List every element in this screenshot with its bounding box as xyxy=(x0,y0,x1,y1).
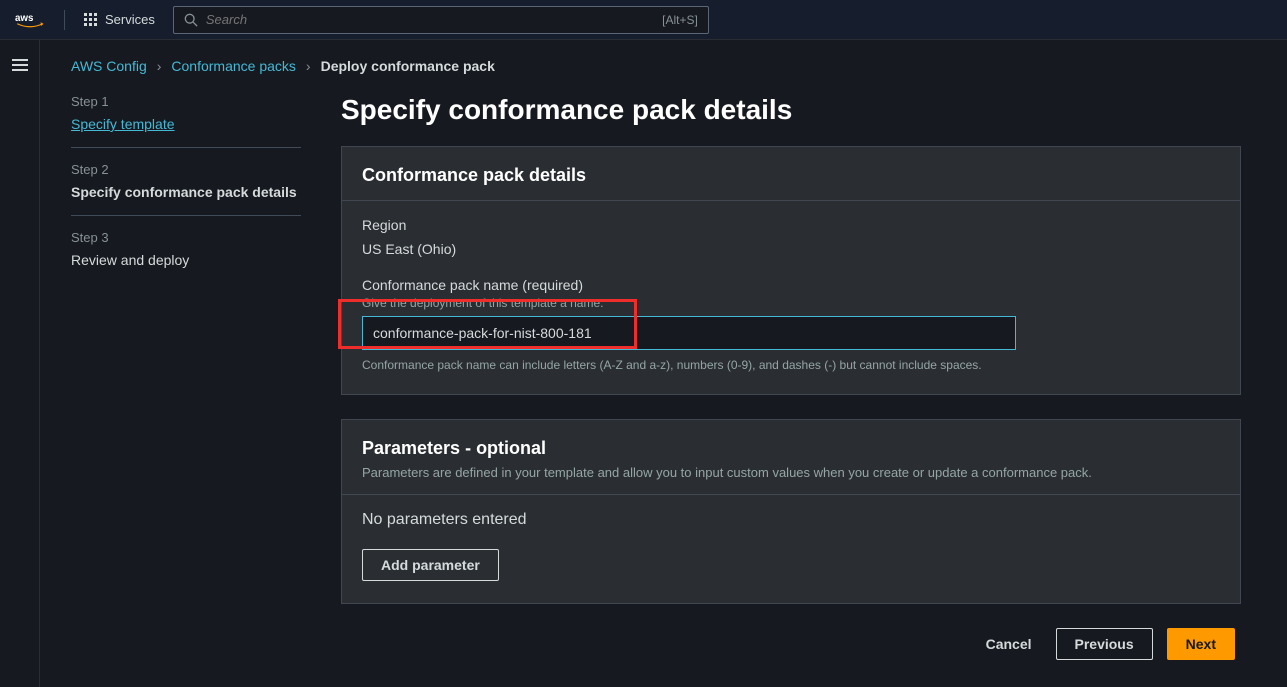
next-button[interactable]: Next xyxy=(1167,628,1235,660)
left-rail xyxy=(0,40,40,687)
pack-name-help: Give the deployment of this template a n… xyxy=(362,296,1220,310)
chevron-right-icon: › xyxy=(306,58,311,74)
region-label: Region xyxy=(362,217,1220,233)
breadcrumb-aws-config[interactable]: AWS Config xyxy=(71,58,147,74)
pack-name-constraint: Conformance pack name can include letter… xyxy=(362,358,1220,372)
topbar: aws Services [Alt+S] xyxy=(0,0,1287,40)
chevron-right-icon: › xyxy=(157,58,162,74)
wizard-step-2: Step 2 Specify conformance pack details xyxy=(71,162,301,216)
previous-button[interactable]: Previous xyxy=(1056,628,1153,660)
search-input[interactable] xyxy=(206,12,654,27)
wizard-nav: Step 1 Specify template Step 2 Specify c… xyxy=(71,94,301,660)
global-search[interactable]: [Alt+S] xyxy=(173,6,709,34)
pack-name-input[interactable] xyxy=(362,316,1016,350)
parameters-subtitle: Parameters are defined in your template … xyxy=(362,465,1220,480)
footer-actions: Cancel Previous Next xyxy=(341,628,1241,660)
services-label: Services xyxy=(105,12,155,27)
wizard-step-3[interactable]: Step 3 Review and deploy xyxy=(71,230,301,283)
grid-icon xyxy=(83,12,99,28)
hamburger-icon[interactable] xyxy=(11,56,29,74)
no-parameters-text: No parameters entered xyxy=(362,511,1220,529)
add-parameter-button[interactable]: Add parameter xyxy=(362,549,499,581)
wizard-step-1-title[interactable]: Specify template xyxy=(71,115,301,133)
cancel-button[interactable]: Cancel xyxy=(976,636,1042,652)
breadcrumb-current: Deploy conformance pack xyxy=(321,58,495,74)
svg-text:aws: aws xyxy=(15,12,34,23)
parameters-header: Parameters - optional xyxy=(362,438,1220,459)
details-panel: Conformance pack details Region US East … xyxy=(341,146,1241,395)
search-shortcut: [Alt+S] xyxy=(662,13,698,27)
breadcrumb-conformance-packs[interactable]: Conformance packs xyxy=(171,58,296,74)
breadcrumb: AWS Config › Conformance packs › Deploy … xyxy=(71,40,1287,94)
wizard-step-1[interactable]: Step 1 Specify template xyxy=(71,94,301,148)
search-icon xyxy=(184,13,198,27)
wizard-step-3-title: Review and deploy xyxy=(71,251,301,269)
pack-name-label: Conformance pack name (required) xyxy=(362,277,1220,293)
services-menu[interactable]: Services xyxy=(83,12,155,28)
parameters-panel: Parameters - optional Parameters are def… xyxy=(341,419,1241,604)
region-value: US East (Ohio) xyxy=(362,241,1220,257)
details-panel-header: Conformance pack details xyxy=(362,165,1220,186)
wizard-step-2-title: Specify conformance pack details xyxy=(71,183,301,201)
aws-logo[interactable]: aws xyxy=(14,11,46,29)
page-title: Specify conformance pack details xyxy=(341,94,1241,126)
